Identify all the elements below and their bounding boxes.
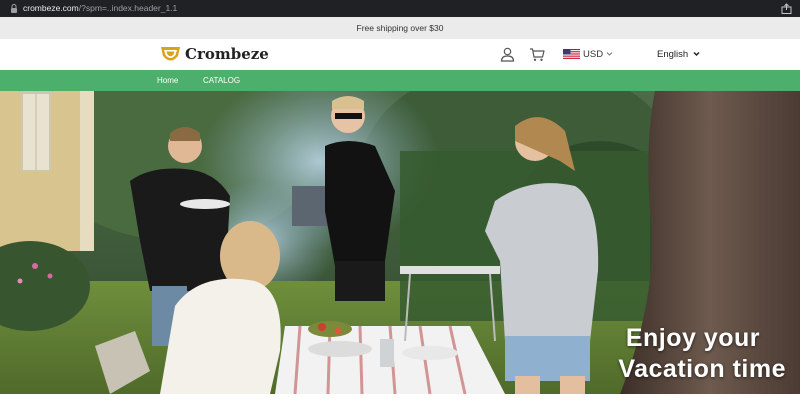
cart-icon[interactable]: [529, 47, 545, 62]
main-nav: Home CATALOG: [0, 70, 800, 91]
logo-shield-icon[interactable]: [160, 44, 181, 65]
us-flag-icon[interactable]: [563, 49, 580, 60]
hero-banner[interactable]: Enjoy your Vacation time: [0, 91, 800, 394]
nav-item-home[interactable]: Home: [157, 76, 178, 85]
announcement-text: Free shipping over $30: [356, 23, 444, 33]
nav-item-catalog[interactable]: CATALOG: [203, 76, 240, 85]
share-icon[interactable]: [781, 3, 792, 14]
language-selector[interactable]: English: [657, 49, 688, 60]
url-field[interactable]: crombeze.com/?spm=..index.header_1.1: [23, 3, 177, 13]
chevron-down-icon[interactable]: [606, 51, 613, 57]
site-header: Crombeze USD English: [0, 39, 800, 70]
page-bottom: [0, 394, 800, 414]
announcement-bar: Free shipping over $30: [0, 17, 800, 39]
browser-address-bar: crombeze.com/?spm=..index.header_1.1: [0, 0, 800, 17]
lock-icon: [11, 4, 17, 13]
url-path: /?spm=..index.header_1.1: [78, 3, 178, 13]
chevron-down-icon[interactable]: [693, 51, 700, 57]
url-domain: crombeze.com: [23, 3, 79, 13]
user-icon[interactable]: [500, 47, 515, 62]
currency-selector[interactable]: USD: [583, 49, 603, 60]
logo-text[interactable]: Crombeze: [185, 45, 269, 63]
hero-headline-line1: Enjoy your: [625, 324, 760, 352]
hero-headline-line2: Vacation time: [618, 355, 786, 383]
